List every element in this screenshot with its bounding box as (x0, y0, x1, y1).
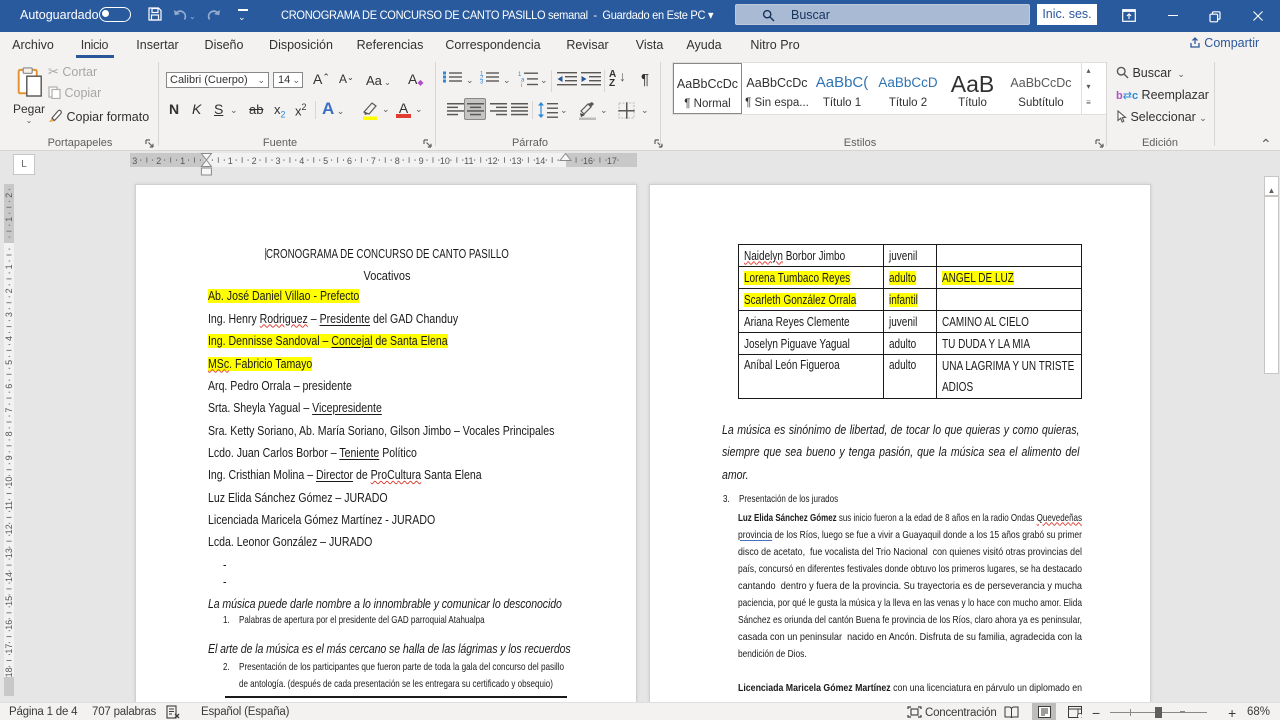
svg-text:1: 1 (180, 156, 185, 166)
svg-text:10: 10 (4, 477, 14, 487)
svg-text:12: 12 (488, 156, 498, 166)
svg-text:7: 7 (371, 156, 376, 166)
svg-text:3: 3 (275, 156, 280, 166)
svg-text:1: 1 (4, 217, 14, 222)
svg-text:18: 18 (4, 667, 14, 677)
svg-text:10: 10 (440, 156, 450, 166)
svg-text:13: 13 (4, 548, 14, 558)
svg-text:13: 13 (511, 156, 521, 166)
svg-text:3: 3 (4, 312, 14, 317)
svg-text:6: 6 (347, 156, 352, 166)
svg-text:2: 2 (252, 156, 257, 166)
svg-text:14: 14 (4, 572, 14, 582)
svg-text:9: 9 (4, 455, 14, 460)
svg-text:3: 3 (480, 80, 484, 86)
svg-text:14: 14 (535, 156, 545, 166)
svg-text:17: 17 (607, 156, 617, 166)
svg-text:15: 15 (4, 596, 14, 606)
svg-text:1: 1 (4, 264, 14, 269)
svg-text:11: 11 (464, 156, 473, 166)
svg-text:17: 17 (4, 644, 14, 654)
svg-text:16: 16 (4, 620, 14, 630)
svg-text:12: 12 (4, 524, 14, 534)
svg-text:8: 8 (4, 431, 14, 436)
svg-text:1: 1 (228, 156, 233, 166)
svg-text:6: 6 (4, 384, 14, 389)
svg-text:i: i (521, 83, 522, 89)
svg-text:4: 4 (4, 336, 14, 341)
svg-text:4: 4 (299, 156, 304, 166)
svg-text:11: 11 (4, 501, 14, 510)
svg-text:8: 8 (395, 156, 400, 166)
svg-text:5: 5 (4, 360, 14, 365)
svg-text:3: 3 (132, 156, 137, 166)
svg-text:7: 7 (4, 408, 14, 413)
svg-text:5: 5 (323, 156, 328, 166)
svg-text:16: 16 (583, 156, 593, 166)
svg-text:9: 9 (419, 156, 424, 166)
svg-text:2: 2 (156, 156, 161, 166)
svg-text:2: 2 (4, 193, 14, 198)
svg-text:2: 2 (4, 288, 14, 293)
